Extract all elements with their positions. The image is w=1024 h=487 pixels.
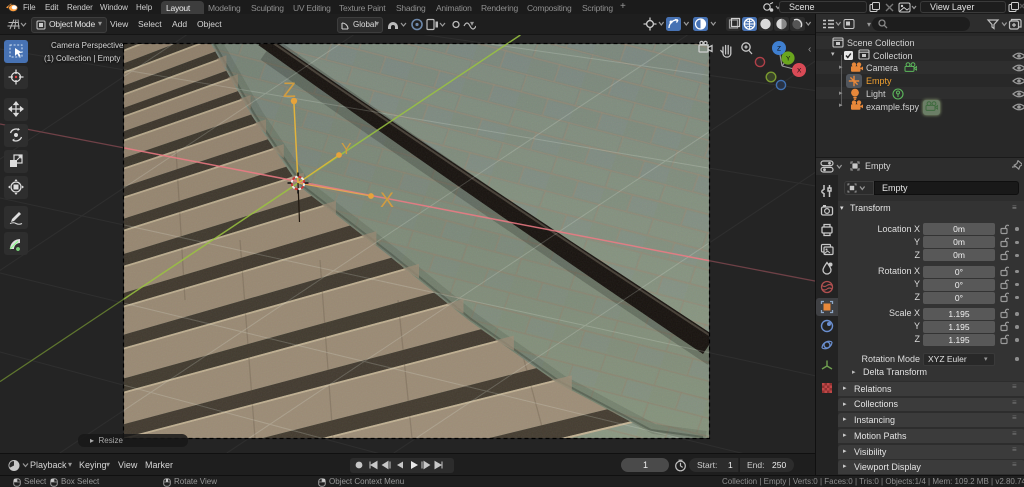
svg-text:X: X — [797, 68, 802, 75]
svg-text:Z: Z — [283, 79, 296, 102]
svg-text:‹: ‹ — [808, 44, 811, 55]
svg-text:X: X — [380, 189, 394, 212]
svg-text:Z: Z — [777, 46, 781, 53]
svg-text:Y: Y — [786, 56, 791, 63]
svg-text:Y: Y — [341, 141, 352, 158]
